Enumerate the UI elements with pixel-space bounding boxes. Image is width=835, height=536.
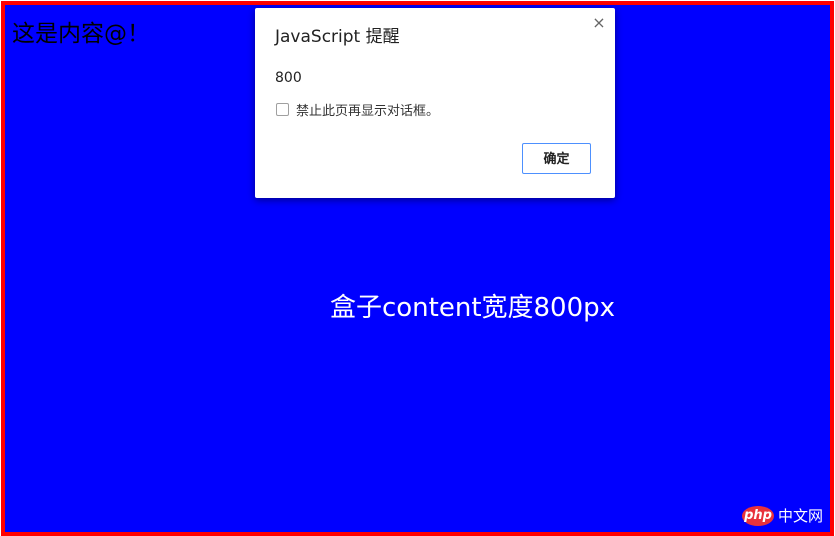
suppress-dialogs-checkbox[interactable] bbox=[276, 103, 289, 116]
browser-page: 盒子content宽度800px 这是内容@！ JavaScript 提醒 × … bbox=[0, 0, 835, 536]
page-content-text: 这是内容@！ bbox=[12, 21, 150, 47]
box-caption: 盒子content宽度800px bbox=[329, 293, 616, 323]
suppress-dialogs-option[interactable]: 禁止此页再显示对话框。 bbox=[276, 100, 439, 119]
site-watermark: php 中文网 bbox=[742, 505, 823, 526]
php-logo-icon: php bbox=[742, 505, 774, 526]
close-icon[interactable]: × bbox=[591, 14, 607, 32]
dialog-title: JavaScript 提醒 bbox=[275, 27, 400, 47]
watermark-text: 中文网 bbox=[778, 507, 824, 525]
javascript-alert-dialog: JavaScript 提醒 × 800 禁止此页再显示对话框。 确定 bbox=[255, 8, 615, 198]
suppress-dialogs-label[interactable]: 禁止此页再显示对话框。 bbox=[296, 100, 439, 119]
dialog-message: 800 bbox=[275, 70, 302, 86]
ok-button[interactable]: 确定 bbox=[522, 143, 591, 174]
